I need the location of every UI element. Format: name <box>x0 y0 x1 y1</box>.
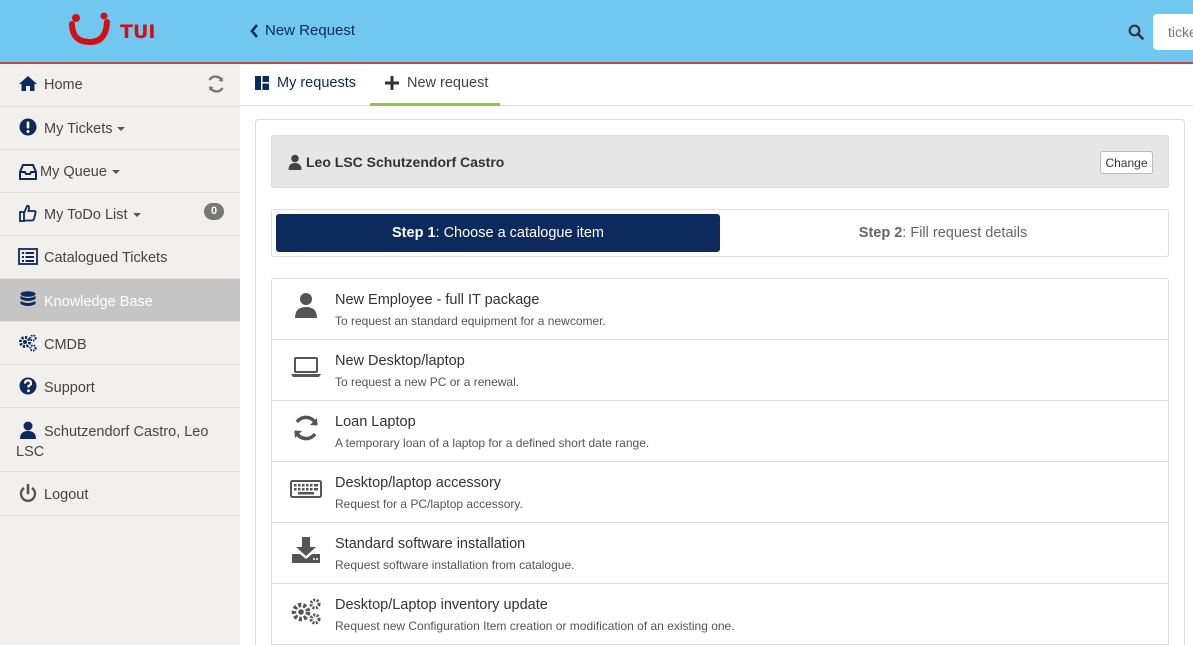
exclamation-icon <box>19 118 37 136</box>
catalogue-item-loan-laptop[interactable]: Loan Laptop A temporary loan of a laptop… <box>272 401 1168 462</box>
catalogue-item-description: Request for a PC/laptop accessory. <box>335 497 523 511</box>
tab-bar: My requests New request <box>240 64 1193 106</box>
download-icon <box>292 537 320 563</box>
dashboard-icon <box>255 76 269 90</box>
laptop-icon <box>291 357 321 377</box>
user-icon <box>295 293 317 318</box>
catalogue-item-title: Desktop/laptop accessory <box>335 475 502 491</box>
sidebar-item-label: Knowledge Base <box>44 294 153 310</box>
catalogue-item-title: New Desktop/laptop <box>335 353 465 369</box>
inbox-icon <box>19 164 37 180</box>
sidebar-item-my-queue[interactable]: My Queue <box>0 150 240 193</box>
sidebar-item-label: My ToDo List <box>44 207 128 223</box>
sidebar-item-cmdb[interactable]: CMDB <box>0 322 240 365</box>
sidebar-item-label: My Tickets <box>44 121 113 137</box>
sidebar-item-label: Logout <box>44 487 89 503</box>
sidebar-item-label: Home <box>44 77 83 93</box>
step-number: Step 2 <box>858 225 903 241</box>
back-link-label: New Request <box>265 22 356 39</box>
step-number: Step 1 <box>392 225 436 241</box>
requester-bar: Leo LSC Schutzendorf Castro Change <box>271 135 1169 188</box>
question-icon <box>19 377 37 395</box>
catalogue-item-description: Request software installation from catal… <box>335 558 575 572</box>
catalogue-item-title: Loan Laptop <box>335 414 416 430</box>
requester-name: Leo LSC Schutzendorf Castro <box>306 154 505 170</box>
sidebar-item-label: My Queue <box>40 164 107 180</box>
sidebar-item-support[interactable]: Support <box>0 365 240 408</box>
step-text: : Choose a catalogue item <box>435 225 604 241</box>
top-bar: TUI New Request <box>0 0 1193 62</box>
catalogue-item-new-desktop-laptop[interactable]: New Desktop/laptop To request a new PC o… <box>272 340 1168 401</box>
tab-new-request[interactable]: New request <box>370 64 500 106</box>
catalogue-item-title: Standard software installation <box>335 536 526 552</box>
gears-icon <box>291 598 321 625</box>
sidebar-item-catalogued-tickets[interactable]: Catalogued Tickets <box>0 236 240 279</box>
catalogue-item-title: Desktop/Laptop inventory update <box>335 597 548 613</box>
catalogue-item-description: A temporary loan of a laptop for a defin… <box>335 436 650 450</box>
sidebar: Home My Tickets My Queue My ToDo List 0 <box>0 64 240 645</box>
catalogue-item-accessory[interactable]: Desktop/laptop accessory Request for a P… <box>272 462 1168 523</box>
caret-down-icon <box>111 170 120 175</box>
list-icon <box>18 248 38 265</box>
caret-down-icon <box>117 127 126 132</box>
thumbs-up-icon <box>19 204 37 222</box>
change-requester-button[interactable]: Change <box>1100 151 1153 174</box>
catalogue-item-description: To request an standard equipment for a n… <box>335 314 606 328</box>
tab-label: New request <box>407 75 489 91</box>
refresh-icon[interactable] <box>206 74 226 94</box>
gears-icon <box>19 334 37 352</box>
keyboard-icon <box>290 480 322 498</box>
tab-label: My requests <box>277 75 356 91</box>
refresh-icon <box>294 415 318 441</box>
search-input[interactable] <box>1153 14 1193 50</box>
step-text: : Fill request details <box>902 225 1028 241</box>
tab-my-requests[interactable]: My requests <box>240 64 370 106</box>
chevron-left-icon <box>250 23 258 38</box>
tui-logo[interactable]: TUI <box>66 10 166 50</box>
step-indicator: Step 1: Choose a catalogue item Step 2: … <box>271 209 1169 257</box>
step-1[interactable]: Step 1: Choose a catalogue item <box>276 214 720 252</box>
caret-down-icon <box>132 213 141 218</box>
power-icon <box>19 483 37 502</box>
home-icon <box>19 76 37 91</box>
sidebar-item-label: CMDB <box>44 337 87 353</box>
tui-smile-icon <box>69 12 110 46</box>
sidebar-item-my-tickets[interactable]: My Tickets <box>0 107 240 150</box>
user-icon <box>288 154 302 170</box>
catalogue-item-description: To request a new PC or a renewal. <box>335 375 520 389</box>
plus-icon <box>385 76 399 90</box>
sidebar-item-home[interactable]: Home <box>0 64 240 107</box>
catalogue-item-description: Request new Configuration Item creation … <box>335 619 735 633</box>
sidebar-item-label: Catalogued Tickets <box>44 250 168 266</box>
catalogue-list: New Employee - full IT package To reques… <box>271 278 1169 645</box>
catalogue-item-new-employee[interactable]: New Employee - full IT package To reques… <box>272 279 1168 340</box>
catalogue-item-software-installation[interactable]: Standard software installation Request s… <box>272 523 1168 584</box>
search-icon[interactable] <box>1128 24 1144 40</box>
sidebar-item-knowledge-base[interactable]: Knowledge Base <box>0 279 240 322</box>
sidebar-item-user[interactable]: Schutzendorf Castro, Leo LSC <box>0 408 240 472</box>
logo-text: TUI <box>120 21 156 43</box>
sidebar-item-logout[interactable]: Logout <box>0 472 240 516</box>
catalogue-item-inventory-update[interactable]: Desktop/Laptop inventory update Request … <box>272 584 1168 645</box>
step-2[interactable]: Step 2: Fill request details <box>721 214 1165 252</box>
back-link[interactable]: New Request <box>250 22 355 39</box>
sidebar-item-label: Support <box>44 380 95 396</box>
todo-count-badge: 0 <box>204 203 224 220</box>
database-icon <box>20 291 36 306</box>
sidebar-item-label: Schutzendorf Castro, Leo LSC <box>16 424 209 460</box>
catalogue-item-title: New Employee - full IT package <box>335 292 540 308</box>
